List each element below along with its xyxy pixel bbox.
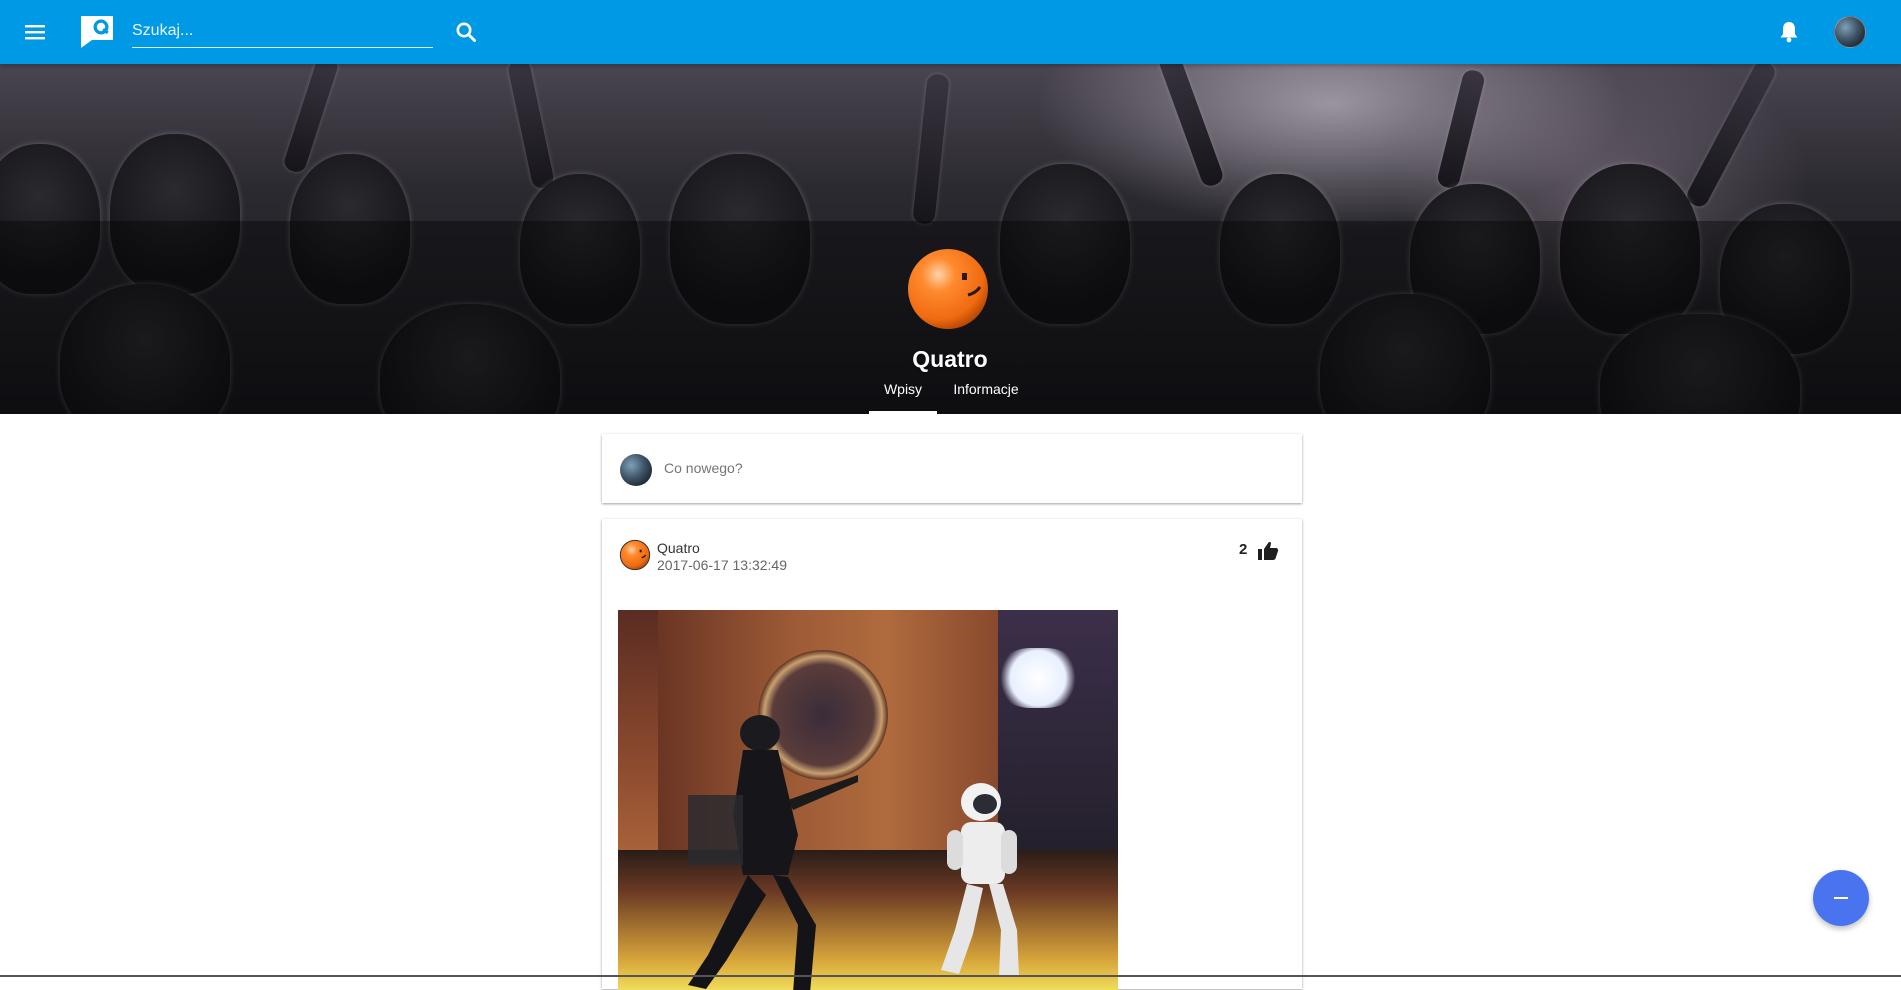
menu-icon <box>25 25 45 40</box>
image-scene <box>998 648 1078 708</box>
crowd-decoration <box>1435 68 1487 190</box>
image-figure-officer <box>688 715 858 990</box>
post-composer[interactable]: Co nowego? <box>602 434 1302 503</box>
profile-avatar[interactable] <box>902 239 998 335</box>
post-image[interactable] <box>618 610 1118 990</box>
post-card: Quatro 2017-06-17 13:32:49 2 <box>602 519 1302 990</box>
post-author[interactable]: Quatro <box>657 540 700 556</box>
bell-icon <box>1780 22 1798 43</box>
profile-cover: Quatro Wpisy Informacje <box>0 64 1901 414</box>
logo-icon <box>81 16 113 48</box>
minus-icon <box>1834 897 1848 899</box>
crowd-decoration <box>506 64 556 190</box>
crowd-decoration <box>1156 64 1226 189</box>
image-figure-robot <box>941 783 1019 976</box>
menu-button[interactable] <box>22 20 50 44</box>
crowd-decoration <box>1683 64 1779 210</box>
composer-avatar <box>620 454 652 486</box>
tab-posts[interactable]: Wpisy <box>869 378 937 414</box>
thumbs-up-icon <box>1258 541 1279 560</box>
post-timestamp: 2017-06-17 13:32:49 <box>657 557 787 573</box>
profile-name: Quatro <box>912 346 988 372</box>
floating-action-button[interactable] <box>1813 870 1869 926</box>
composer-prompt[interactable]: Co nowego? <box>664 460 743 476</box>
user-avatar[interactable] <box>1834 16 1866 48</box>
author-avatar[interactable] <box>619 539 651 571</box>
search-icon <box>456 22 476 42</box>
search-field <box>132 16 433 48</box>
search-button[interactable] <box>454 20 478 44</box>
like-count: 2 <box>1239 541 1248 558</box>
notifications-button[interactable] <box>1777 19 1801 45</box>
app-bar <box>0 0 1901 64</box>
app-logo[interactable] <box>78 14 116 50</box>
like-button[interactable] <box>1256 539 1280 563</box>
tab-info[interactable]: Informacje <box>947 378 1025 414</box>
search-input[interactable] <box>132 16 433 46</box>
crowd-decoration <box>912 73 950 225</box>
